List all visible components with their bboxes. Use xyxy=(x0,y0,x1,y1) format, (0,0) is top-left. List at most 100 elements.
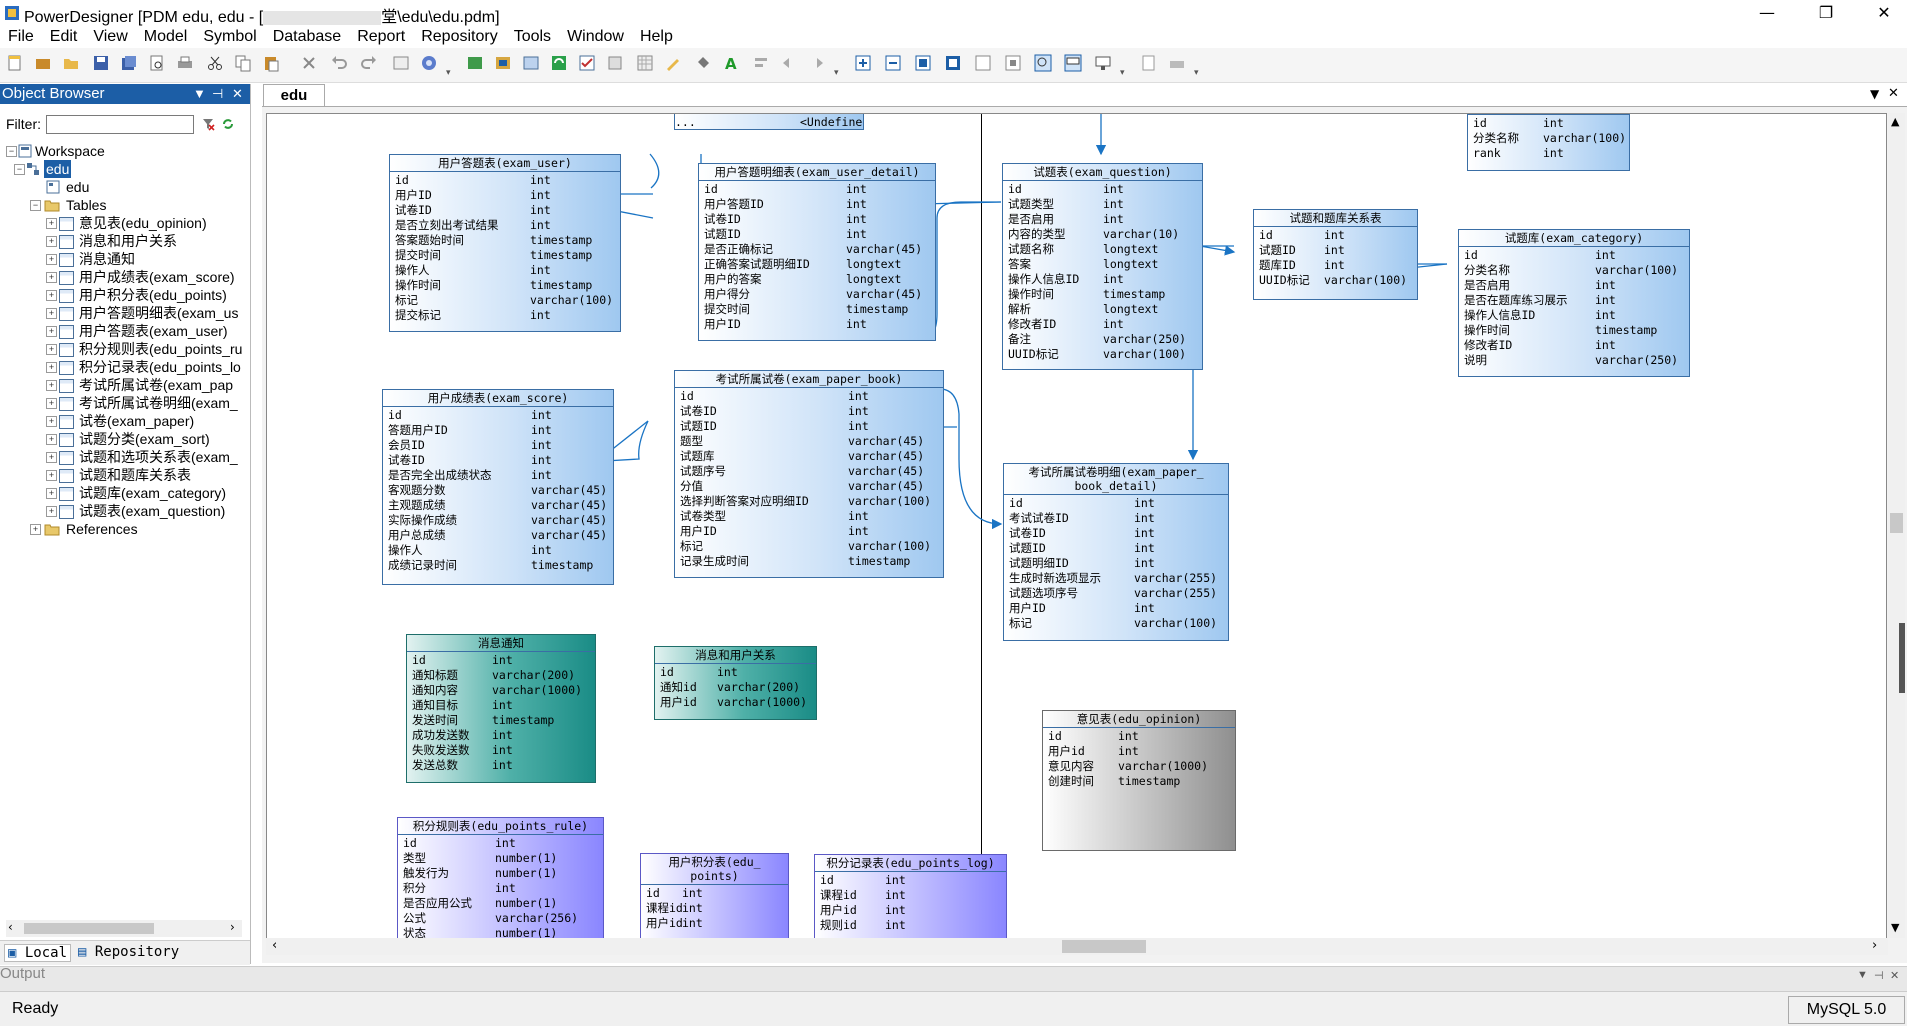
column-row[interactable]: id int xyxy=(1259,228,1412,243)
column-row[interactable]: 操作人 int xyxy=(395,263,615,278)
expand-icon[interactable]: + xyxy=(46,344,57,355)
save-all-icon[interactable] xyxy=(120,54,138,72)
column-row[interactable]: id int xyxy=(704,182,930,197)
expand-icon[interactable]: + xyxy=(46,326,57,337)
collapse-icon[interactable]: − xyxy=(6,146,17,157)
expand-icon[interactable]: + xyxy=(46,416,57,427)
column-row[interactable]: 用户id int xyxy=(1048,744,1230,759)
menu-report[interactable]: Report xyxy=(349,26,413,48)
column-row[interactable]: 用户得分 varchar(45) xyxy=(704,287,930,302)
column-row[interactable]: 是否完全出成绩状态 int xyxy=(388,468,608,483)
column-row[interactable]: 修改者ID int xyxy=(1464,338,1684,353)
expand-icon[interactable]: + xyxy=(46,506,57,517)
column-row[interactable]: 答案 longtext xyxy=(1008,257,1197,272)
paste-icon[interactable] xyxy=(262,54,280,72)
column-row[interactable]: 考试试卷ID int xyxy=(1009,511,1223,526)
column-row[interactable]: 用户id varchar(1000) xyxy=(660,695,811,710)
output-panel-header[interactable]: Output ▼ ⊣ ✕ xyxy=(0,965,1907,991)
column-row[interactable]: 通知标题 varchar(200) xyxy=(412,668,590,683)
column-row[interactable]: 主观题成绩 varchar(45) xyxy=(388,498,608,513)
expand-icon[interactable]: + xyxy=(46,470,57,481)
open-icon[interactable] xyxy=(62,54,80,72)
maximize-button[interactable]: ❐ xyxy=(1803,0,1849,26)
column-row[interactable]: 用户答题ID int xyxy=(704,197,930,212)
entity-message-notice[interactable]: 消息通知 id int 通知标题 varchar(200) 通知内容 varchar(100… xyxy=(406,634,596,783)
zoom-page-icon[interactable] xyxy=(914,54,932,72)
column-row[interactable]: 用户id int xyxy=(820,903,1001,918)
zoom-out-icon[interactable] xyxy=(884,54,902,72)
scroll-left-icon[interactable]: ‹ xyxy=(272,938,277,953)
column-row[interactable]: 公式 varchar(256) xyxy=(403,911,598,926)
column-row[interactable]: 是否应用公式 number(1) xyxy=(403,896,598,911)
column-row[interactable]: id int xyxy=(1008,182,1197,197)
display-preferences-icon[interactable] xyxy=(1064,54,1082,72)
column-row[interactable]: 提交标记 int xyxy=(395,308,615,323)
entity-exam-sort[interactable]: 试题分类(exam_sort)idint分类名称varchar(100)rank… xyxy=(1467,114,1630,171)
column-row[interactable]: id int xyxy=(660,665,811,680)
entity-edu-opinion[interactable]: 意见表(edu_opinion) id int 用户id int 意见内容 varchar(… xyxy=(1042,710,1236,851)
column-row[interactable]: 操作人 int xyxy=(388,543,608,558)
scroll-down-icon[interactable]: ▼ xyxy=(1891,921,1899,934)
column-row[interactable]: 用户ID int xyxy=(1009,601,1223,616)
column-row[interactable]: 标记 varchar(100) xyxy=(680,539,938,554)
column-row[interactable]: 操作人信息ID int xyxy=(1008,272,1197,287)
properties-icon[interactable] xyxy=(392,54,410,72)
column-row[interactable]: 通知内容 varchar(1000) xyxy=(412,683,590,698)
print-preview-icon[interactable] xyxy=(148,54,166,72)
column-row[interactable]: 题型 varchar(45) xyxy=(680,434,938,449)
pane-close-icon[interactable]: ✕ xyxy=(232,84,243,104)
pen-icon[interactable] xyxy=(664,54,682,72)
layout-icon[interactable] xyxy=(1094,54,1112,72)
check-icon[interactable] xyxy=(578,54,596,72)
entity-exam-user[interactable]: 用户答题表(exam_user) id int 用户ID int 试卷ID int 是否立刻出… xyxy=(389,154,621,332)
menu-repository[interactable]: Repository xyxy=(413,26,505,48)
column-row[interactable]: 成绩记录时间 timestamp xyxy=(388,558,608,573)
print-icon[interactable] xyxy=(176,54,194,72)
entity-exam-score[interactable]: 用户成绩表(exam_score) id int 答题用户ID int 会员ID int 试卷… xyxy=(382,389,614,585)
column-row[interactable]: 发送时间 timestamp xyxy=(412,713,590,728)
column-row[interactable]: 试题名称 longtext xyxy=(1008,242,1197,257)
column-row[interactable]: 用户总成绩 varchar(45) xyxy=(388,528,608,543)
scroll-up-icon[interactable]: ▲ xyxy=(1891,115,1899,128)
column-row[interactable]: id int xyxy=(388,408,608,423)
toolbar-overflow-icon[interactable]: ▾ xyxy=(446,68,456,78)
column-row[interactable]: 试卷ID int xyxy=(388,453,608,468)
column-row[interactable]: 创建时间 timestamp xyxy=(1048,774,1230,789)
menu-help[interactable]: Help xyxy=(632,26,681,48)
entity-edu-points-rule[interactable]: 积分规则表(edu_points_rule) id int 类型 number(1) 触发… xyxy=(397,817,604,939)
diagram-vertical-scrollbar[interactable]: ▲ ▼ xyxy=(1888,113,1905,938)
new-icon[interactable] xyxy=(6,54,24,72)
column-row[interactable]: 触发行为 number(1) xyxy=(403,866,598,881)
column-row[interactable]: 试题选项序号 varchar(255) xyxy=(1009,586,1223,601)
redo-icon[interactable] xyxy=(360,54,378,72)
tab-local[interactable]: ▣ Local xyxy=(4,944,72,962)
reverse-engineer-icon[interactable] xyxy=(494,54,512,72)
column-row[interactable]: 用户ID int xyxy=(680,524,938,539)
column-row[interactable]: 是否启用 int xyxy=(1008,212,1197,227)
column-row[interactable]: 通知目标 int xyxy=(412,698,590,713)
column-row[interactable]: id int xyxy=(1464,248,1684,263)
column-row[interactable]: 失败发送数 int xyxy=(412,743,590,758)
column-row[interactable]: rank int xyxy=(1473,146,1624,161)
column-row[interactable]: 成功发送数 int xyxy=(412,728,590,743)
column-row[interactable]: 提交时间 timestamp xyxy=(704,302,930,317)
diagram-horizontal-scrollbar[interactable]: ‹ › xyxy=(266,938,1888,955)
column-row[interactable]: id int xyxy=(646,886,783,901)
pin-icon[interactable]: ⊣ xyxy=(212,84,223,104)
column-row[interactable]: id int xyxy=(403,836,598,851)
menu-view[interactable]: View xyxy=(85,26,135,48)
expand-icon[interactable]: + xyxy=(46,308,57,319)
zoom-in-icon[interactable] xyxy=(854,54,872,72)
output-menu-icon[interactable]: ▼ xyxy=(1857,969,1868,981)
menu-symbol[interactable]: Symbol xyxy=(195,26,264,48)
column-row[interactable]: 试题ID int xyxy=(704,227,930,242)
column-row[interactable]: 标记 varchar(100) xyxy=(1009,616,1223,631)
expand-icon[interactable]: + xyxy=(46,290,57,301)
generate-database-icon[interactable] xyxy=(466,54,484,72)
check-model-icon[interactable] xyxy=(420,54,438,72)
column-row[interactable]: 答案题始时间 timestamp xyxy=(395,233,615,248)
scrollbar-thumb[interactable] xyxy=(24,923,154,934)
expand-icon[interactable]: + xyxy=(46,488,57,499)
menu-model[interactable]: Model xyxy=(136,26,196,48)
column-row[interactable]: 试卷ID int xyxy=(704,212,930,227)
